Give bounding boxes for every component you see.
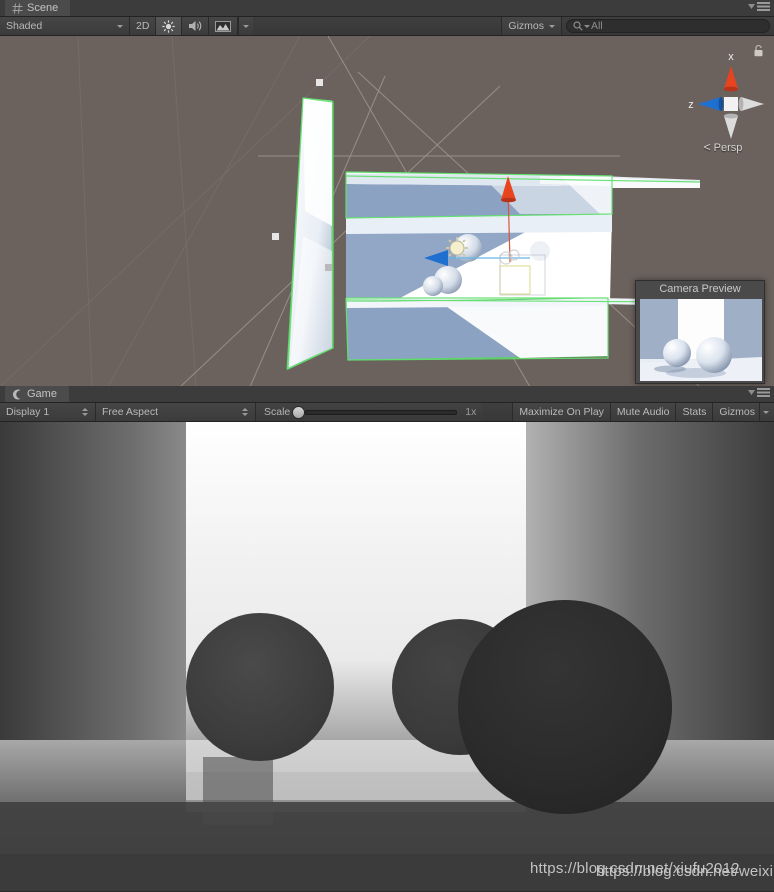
scene-effects-dropdown[interactable] bbox=[209, 17, 239, 35]
game-toolbar: Display 1 Free Aspect Scale 1x Maximize … bbox=[0, 403, 774, 422]
scene-orientation-gizmo[interactable]: x z < Persp bbox=[680, 42, 766, 154]
projection-mode-label[interactable]: < Persp bbox=[680, 140, 766, 154]
gizmo-axis-z-label: z bbox=[688, 99, 694, 111]
handle-square bbox=[316, 79, 323, 86]
tab-scene-label: Scene bbox=[27, 2, 59, 14]
projection-label-text: Persp bbox=[713, 142, 743, 154]
draw-mode-label: Shaded bbox=[6, 20, 43, 32]
scene-gizmos-dropdown[interactable]: Gizmos bbox=[501, 17, 562, 35]
draw-mode-dropdown[interactable]: Shaded bbox=[0, 17, 130, 35]
toggle-2d-button[interactable]: 2D bbox=[130, 17, 157, 35]
chevron-down-icon bbox=[748, 4, 755, 9]
scene-tabbar: Scene bbox=[0, 0, 774, 17]
image-effects-icon bbox=[215, 20, 232, 32]
watermark-secondary: https://blog.csdn.net/weixin_43512 bbox=[596, 863, 774, 880]
maximize-on-play-toggle[interactable]: Maximize On Play bbox=[512, 403, 611, 421]
chevron-down-icon bbox=[243, 24, 250, 28]
scene-panel: Scene Shaded 2D Gizmos All x z < Persp C… bbox=[0, 0, 774, 387]
scene-effects-menu[interactable] bbox=[238, 17, 254, 35]
scene-toolbar: Shaded 2D Gizmos All bbox=[0, 17, 774, 36]
scene-panel-menu[interactable] bbox=[748, 2, 770, 11]
scene-search-field[interactable]: All bbox=[566, 19, 770, 33]
speaker-audio-icon bbox=[189, 21, 202, 31]
scale-slider-track[interactable] bbox=[305, 409, 458, 415]
tab-game[interactable]: Game bbox=[5, 386, 69, 402]
maximize-on-play-label: Maximize On Play bbox=[519, 406, 604, 418]
game-pad-icon bbox=[12, 389, 21, 399]
game-gizmos-label: Gizmos bbox=[719, 406, 755, 418]
game-viewport[interactable]: https://blog.csdn.net/xiufu2012 https://… bbox=[0, 422, 774, 891]
chevron-down-icon bbox=[748, 390, 755, 395]
panel-menu-icon bbox=[757, 2, 770, 11]
display-stepper-icon bbox=[82, 407, 89, 418]
aspect-label: Free Aspect bbox=[102, 406, 159, 418]
stats-label: Stats bbox=[682, 406, 707, 418]
chevron-down-icon bbox=[763, 410, 769, 414]
unlocked-padlock-icon[interactable] bbox=[753, 44, 764, 57]
game-tabbar: Game bbox=[0, 386, 774, 403]
handle-square bbox=[325, 264, 332, 271]
aspect-stepper-icon bbox=[242, 407, 249, 418]
gizmo-axis-x-label: x bbox=[728, 51, 734, 63]
camera-preview-image bbox=[640, 299, 762, 381]
scale-slider-knob[interactable] bbox=[292, 405, 306, 419]
grid-hash-icon bbox=[12, 2, 23, 14]
panel-menu-icon bbox=[757, 388, 770, 397]
toggle-2d-label: 2D bbox=[136, 20, 150, 32]
search-icon bbox=[573, 21, 583, 31]
display-dropdown[interactable]: Display 1 bbox=[0, 403, 96, 421]
mute-audio-label: Mute Audio bbox=[616, 406, 670, 418]
game-gizmos-dropdown[interactable] bbox=[759, 403, 774, 421]
handle-square bbox=[272, 233, 279, 240]
aspect-dropdown[interactable]: Free Aspect bbox=[96, 403, 256, 421]
camera-preview-panel: Camera Preview bbox=[635, 280, 765, 384]
tab-scene[interactable]: Scene bbox=[5, 0, 71, 16]
scene-gizmos-label: Gizmos bbox=[508, 20, 544, 32]
stats-toggle[interactable]: Stats bbox=[676, 403, 714, 421]
game-panel-menu[interactable] bbox=[748, 388, 770, 397]
game-gizmos-button[interactable]: Gizmos bbox=[713, 403, 759, 421]
chevron-down-icon bbox=[117, 24, 123, 28]
display-label: Display 1 bbox=[6, 406, 50, 418]
scene-audio-toggle[interactable] bbox=[182, 17, 210, 35]
scene-lighting-toggle[interactable] bbox=[156, 17, 183, 35]
camera-preview-title: Camera Preview bbox=[659, 283, 741, 295]
sun-lighting-icon bbox=[162, 19, 176, 33]
tab-game-label: Game bbox=[27, 388, 57, 400]
search-filter-chevron-icon[interactable] bbox=[584, 24, 590, 28]
chevron-down-icon bbox=[549, 24, 555, 28]
game-render bbox=[0, 422, 774, 891]
mute-audio-toggle[interactable]: Mute Audio bbox=[610, 403, 677, 421]
game-panel: Game Display 1 Free Aspect Scale 1x Maxi… bbox=[0, 386, 774, 891]
scale-label: Scale bbox=[264, 406, 291, 418]
scene-viewport[interactable]: x z < Persp Camera Preview bbox=[0, 36, 774, 387]
scene-search-placeholder: All bbox=[591, 20, 603, 32]
scale-value-label: 1x bbox=[465, 406, 477, 418]
scale-slider[interactable]: Scale 1x bbox=[256, 403, 483, 421]
